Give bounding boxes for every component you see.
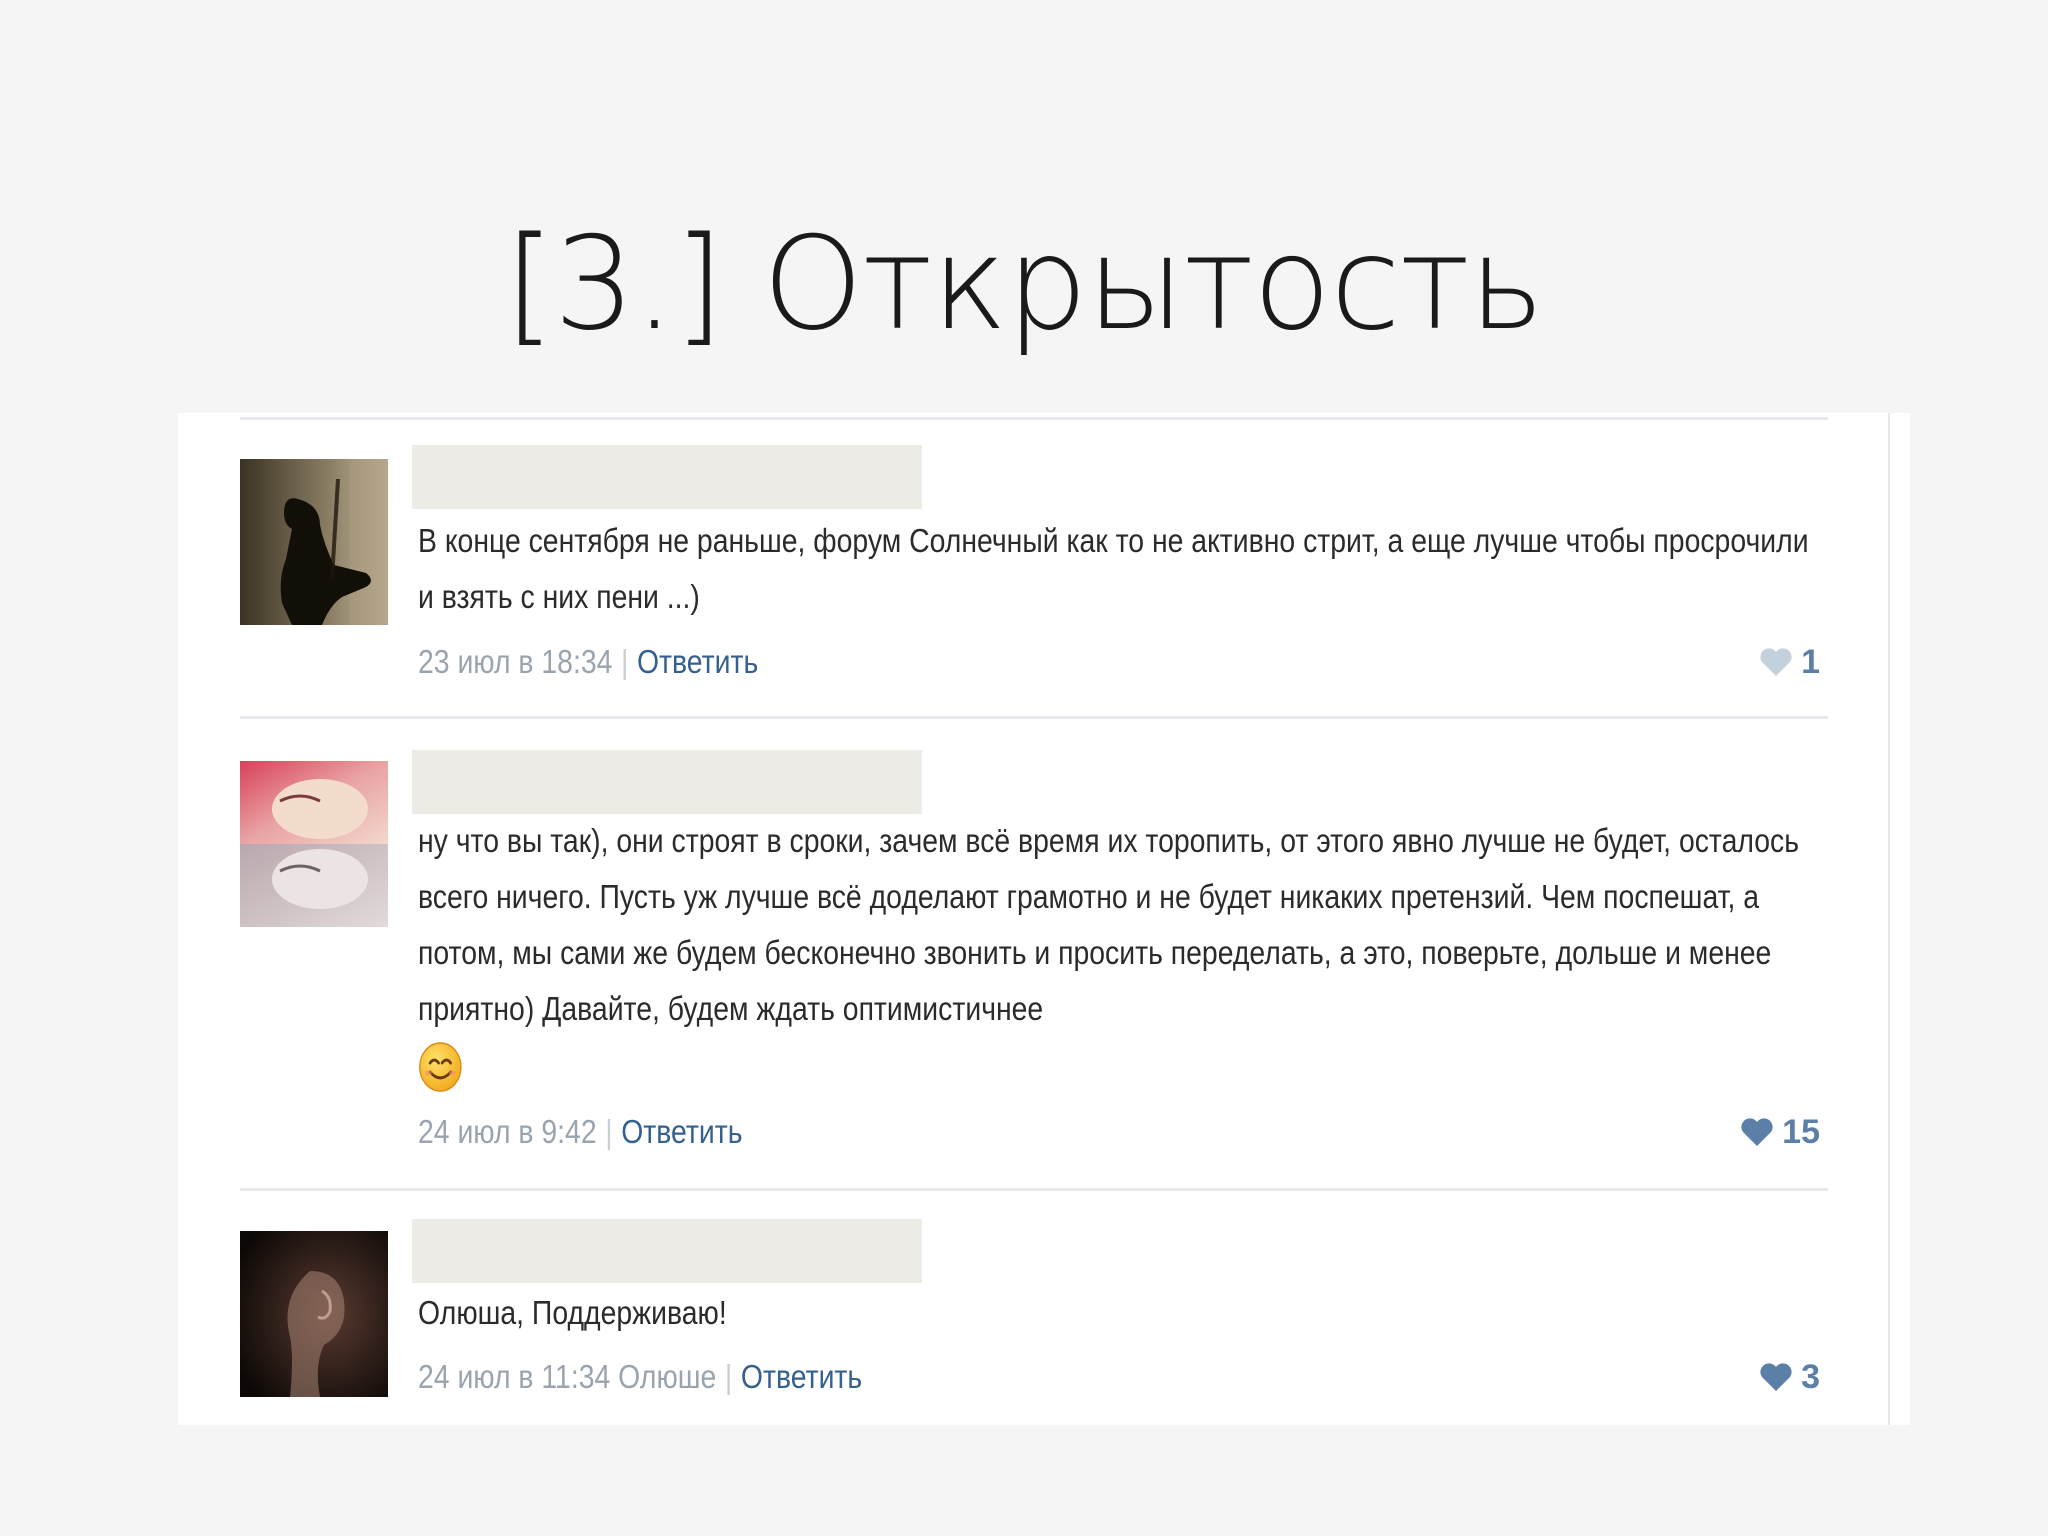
like-button[interactable]: 3 bbox=[1759, 1357, 1820, 1397]
like-count: 1 bbox=[1801, 643, 1820, 681]
meta-separator: | bbox=[605, 1113, 613, 1150]
like-count: 3 bbox=[1801, 1358, 1820, 1396]
reply-link[interactable]: Ответить bbox=[637, 643, 758, 680]
avatar[interactable] bbox=[240, 459, 388, 625]
divider bbox=[240, 1188, 1828, 1191]
panel-border bbox=[1888, 413, 1890, 1425]
heart-icon bbox=[1760, 648, 1792, 676]
reply-link[interactable]: Ответить bbox=[741, 1358, 862, 1395]
comment-date[interactable]: 24 июл в 11:34 Олюше bbox=[418, 1358, 716, 1395]
comment-meta: 24 июл в 9:42 | Ответить bbox=[418, 1112, 743, 1152]
meta-separator: | bbox=[724, 1358, 733, 1395]
comment-date[interactable]: 23 июл в 18:34 bbox=[418, 643, 612, 680]
comment-date[interactable]: 24 июл в 9:42 bbox=[418, 1113, 597, 1150]
author-name-redacted bbox=[412, 1219, 922, 1283]
like-button[interactable]: 1 bbox=[1759, 642, 1820, 682]
comment-text: Олюша, Поддерживаю! bbox=[418, 1294, 727, 1331]
comment-meta: 24 июл в 11:34 Олюше | Ответить bbox=[418, 1357, 862, 1397]
slide-title: [3.] Открытость bbox=[504, 210, 1545, 359]
avatar[interactable] bbox=[240, 761, 388, 927]
smiling-face-icon bbox=[419, 1042, 462, 1093]
meta-separator: | bbox=[621, 643, 629, 680]
like-button[interactable]: 15 bbox=[1740, 1112, 1820, 1152]
avatar[interactable] bbox=[240, 1231, 388, 1397]
comment-text: В конце сентября не раньше, форум Солнеч… bbox=[418, 522, 1809, 615]
like-count: 15 bbox=[1782, 1113, 1820, 1151]
divider bbox=[240, 716, 1828, 719]
heart-icon bbox=[1741, 1118, 1773, 1146]
heart-icon bbox=[1760, 1363, 1792, 1391]
comment-meta: 23 июл в 18:34 | Ответить bbox=[418, 642, 758, 682]
comments-screenshot: В конце сентября не раньше, форум Солнеч… bbox=[178, 413, 1910, 1425]
divider bbox=[240, 417, 1828, 420]
comment-text: ну что вы так), они строят в сроки, заче… bbox=[418, 813, 1828, 1093]
comment-body: ну что вы так), они строят в сроки, заче… bbox=[418, 822, 1800, 1027]
author-name-redacted bbox=[412, 750, 922, 814]
author-name-redacted bbox=[412, 445, 922, 509]
reply-link[interactable]: Ответить bbox=[621, 1113, 742, 1150]
